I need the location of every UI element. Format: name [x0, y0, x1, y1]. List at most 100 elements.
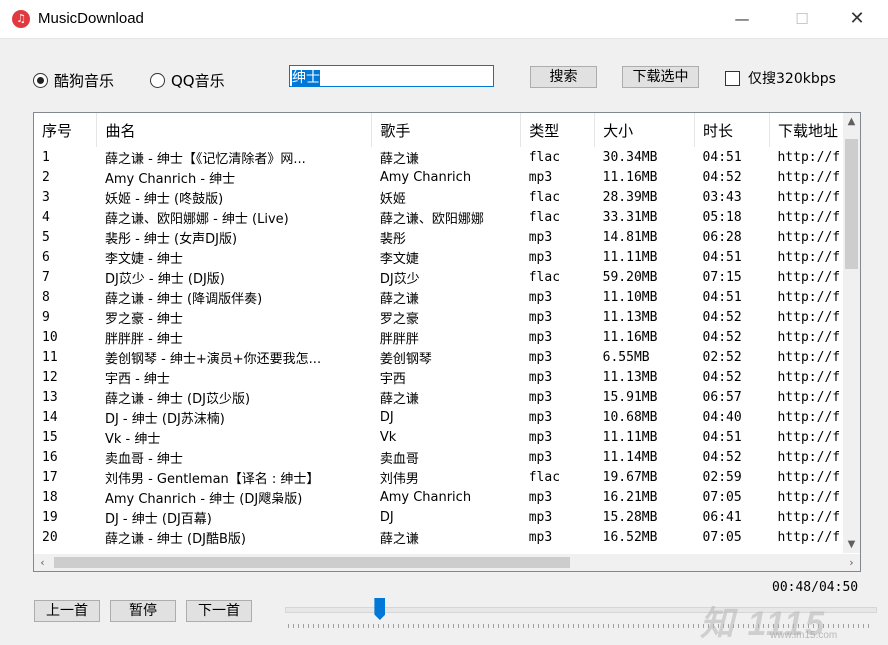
- cell-type: flac: [528, 209, 561, 225]
- table-row[interactable]: 14 DJ - 绅士 (DJ苏沫楠) DJ mp3 10.68MB 04:40 http:/…: [34, 407, 860, 427]
- cell-index: 20: [42, 529, 58, 545]
- cell-index: 11: [42, 349, 58, 365]
- table-row[interactable]: 16 卖血哥 - 绅士 卖血哥 mp3 11.14MB 04:52 http://f: [34, 447, 860, 467]
- cell-type: mp3: [528, 169, 553, 185]
- cell-artist: 李文婕: [379, 251, 419, 267]
- horizontal-scroll-thumb[interactable]: [54, 557, 570, 568]
- search-input[interactable]: 绅士: [289, 65, 494, 87]
- pause-button[interactable]: 暂停: [110, 600, 176, 622]
- table-row[interactable]: 7 DJ苡少 - 绅士 (DJ版) DJ苡少 flac 59.20MB 07:15 http…: [34, 267, 860, 287]
- only-320kbps-checkbox[interactable]: 仅搜320kbps: [725, 68, 836, 88]
- cell-duration: 03:43: [702, 189, 742, 205]
- col-header-type[interactable]: 类型: [520, 113, 596, 147]
- cell-title: 卖血哥 - 绅士: [104, 451, 183, 467]
- minimize-button[interactable]: —: [719, 0, 765, 38]
- cell-duration: 06:57: [702, 389, 742, 405]
- cell-type: mp3: [528, 249, 553, 265]
- table-row[interactable]: 4 薛之谦、欧阳娜娜 - 绅士 (Live) 薛之谦、欧阳娜娜 flac 33.31MB…: [34, 207, 860, 227]
- cell-type: flac: [528, 149, 561, 165]
- table-row[interactable]: 12 宇西 - 绅士 宇西 mp3 11.13MB 04:52 http://f: [34, 367, 860, 387]
- col-header-size[interactable]: 大小: [594, 113, 696, 147]
- cell-artist: 罗之豪: [379, 311, 419, 327]
- cell-type: mp3: [528, 529, 553, 545]
- radio-kugou-indicator[interactable]: [33, 73, 48, 88]
- cell-type: flac: [528, 269, 561, 285]
- table-row[interactable]: 5 裴彤 - 绅士 (女声DJ版) 裴彤 mp3 14.81MB 06:28 http://…: [34, 227, 860, 247]
- radio-kugou[interactable]: 酷狗音乐: [33, 70, 114, 91]
- watermark-logo: 知 1115 www.im15.com: [700, 605, 838, 643]
- cell-size: 15.91MB: [602, 389, 658, 405]
- scroll-left-icon[interactable]: ‹: [34, 554, 51, 571]
- cell-type: mp3: [528, 349, 553, 365]
- search-button[interactable]: 搜索: [530, 66, 597, 88]
- cell-type: flac: [528, 189, 561, 205]
- cell-index: 7: [42, 269, 50, 285]
- cell-index: 4: [42, 209, 50, 225]
- only-320kbps-label: 仅搜320kbps: [748, 71, 836, 87]
- results-list[interactable]: 序号 曲名 歌手 类型 大小 时长 下载地址 1 薛之谦 - 绅士【《记忆清除者》…: [33, 112, 861, 572]
- cell-index: 13: [42, 389, 58, 405]
- table-row[interactable]: 3 妖姬 - 绅士 (咚鼓版) 妖姬 flac 28.39MB 03:43 http://f: [34, 187, 860, 207]
- table-row[interactable]: 17 刘伟男 - Gentleman【译名 : 绅士】 刘伟男 flac 19.67MB…: [34, 467, 860, 487]
- cell-duration: 04:51: [702, 429, 742, 445]
- cell-index: 17: [42, 469, 58, 485]
- vertical-scrollbar[interactable]: ▲ ▼: [843, 113, 860, 553]
- scroll-right-icon[interactable]: ›: [843, 554, 860, 571]
- cell-artist: 裴彤: [379, 231, 406, 247]
- cell-type: mp3: [528, 389, 553, 405]
- cell-artist: 卖血哥: [379, 451, 419, 467]
- col-header-title[interactable]: 曲名: [96, 113, 373, 147]
- col-header-index[interactable]: 序号: [34, 113, 98, 147]
- horizontal-scrollbar[interactable]: ‹ ›: [34, 554, 860, 571]
- table-row[interactable]: 13 薛之谦 - 绅士 (DJ苡少版) 薛之谦 mp3 15.91MB 06:57 http…: [34, 387, 860, 407]
- table-row[interactable]: 9 罗之豪 - 绅士 罗之豪 mp3 11.13MB 04:52 http://f: [34, 307, 860, 327]
- only-320kbps-box[interactable]: [725, 70, 740, 86]
- cell-size: 11.14MB: [602, 449, 658, 465]
- radio-qq-indicator[interactable]: [150, 73, 165, 88]
- cell-duration: 06:28: [702, 229, 742, 245]
- close-button[interactable]: ✕: [834, 0, 880, 38]
- cell-index: 12: [42, 369, 58, 385]
- cell-index: 3: [42, 189, 50, 205]
- vertical-scroll-thumb[interactable]: [845, 139, 858, 269]
- cell-size: 11.11MB: [602, 429, 658, 445]
- maximize-button[interactable]: ☐: [779, 0, 825, 38]
- cell-size: 15.28MB: [602, 509, 658, 525]
- radio-qq-label: QQ音乐: [171, 72, 225, 90]
- scroll-up-icon[interactable]: ▲: [843, 113, 860, 130]
- table-row[interactable]: 1 薛之谦 - 绅士【《记忆清除者》网... 薛之谦 flac 30.34MB 04:51…: [34, 147, 860, 167]
- cell-artist: 妖姬: [379, 191, 406, 207]
- table-row[interactable]: 10 胖胖胖 - 绅士 胖胖胖 mp3 11.16MB 04:52 http://f: [34, 327, 860, 347]
- cell-type: mp3: [528, 289, 553, 305]
- cell-type: mp3: [528, 329, 553, 345]
- previous-track-button[interactable]: 上一首: [34, 600, 100, 622]
- cell-duration: 04:40: [702, 409, 742, 425]
- cell-duration: 05:18: [702, 209, 742, 225]
- cell-duration: 04:51: [702, 289, 742, 305]
- radio-qq[interactable]: QQ音乐: [150, 70, 225, 91]
- window-title: MusicDownload: [38, 10, 144, 27]
- cell-artist: 刘伟男: [379, 471, 419, 487]
- table-row[interactable]: 18 Amy Chanrich - 绅士 (DJ飕枭版) Amy Chanrich m…: [34, 487, 860, 507]
- table-row[interactable]: 11 姜创钢琴 - 绅士+演员+你还要我怎... 姜创钢琴 mp3 6.55MB 02:5…: [34, 347, 860, 367]
- cell-duration: 02:59: [702, 469, 742, 485]
- progress-slider-thumb[interactable]: [374, 598, 386, 620]
- cell-index: 2: [42, 169, 50, 185]
- table-row[interactable]: 6 李文婕 - 绅士 李文婕 mp3 11.11MB 04:51 http://f: [34, 247, 860, 267]
- cell-type: flac: [528, 469, 561, 485]
- col-header-duration[interactable]: 时长: [694, 113, 770, 147]
- col-header-artist[interactable]: 歌手: [371, 113, 522, 147]
- cell-index: 10: [42, 329, 58, 345]
- cell-title: 姜创钢琴 - 绅士+演员+你还要我怎...: [104, 351, 322, 367]
- cell-title: DJ - 绅士 (DJ苏沫楠): [104, 411, 225, 427]
- next-track-button[interactable]: 下一首: [186, 600, 252, 622]
- table-row[interactable]: 8 薛之谦 - 绅士 (降调版伴奏) 薛之谦 mp3 11.10MB 04:51 http:…: [34, 287, 860, 307]
- table-row[interactable]: 2 Amy Chanrich - 绅士 Amy Chanrich mp3 11.16MB…: [34, 167, 860, 187]
- cell-title: 宇西 - 绅士: [104, 371, 170, 387]
- download-selected-button[interactable]: 下载选中: [622, 66, 699, 88]
- scroll-down-icon[interactable]: ▼: [843, 536, 860, 553]
- table-row[interactable]: 15 Vk - 绅士 Vk mp3 11.11MB 04:51 http://f: [34, 427, 860, 447]
- cell-size: 11.16MB: [602, 169, 658, 185]
- table-row[interactable]: 19 DJ - 绅士 (DJ百幕) DJ mp3 15.28MB 06:41 http://…: [34, 507, 860, 527]
- table-row[interactable]: 20 薛之谦 - 绅士 (DJ酷B版) 薛之谦 mp3 16.52MB 07:05 http…: [34, 527, 860, 547]
